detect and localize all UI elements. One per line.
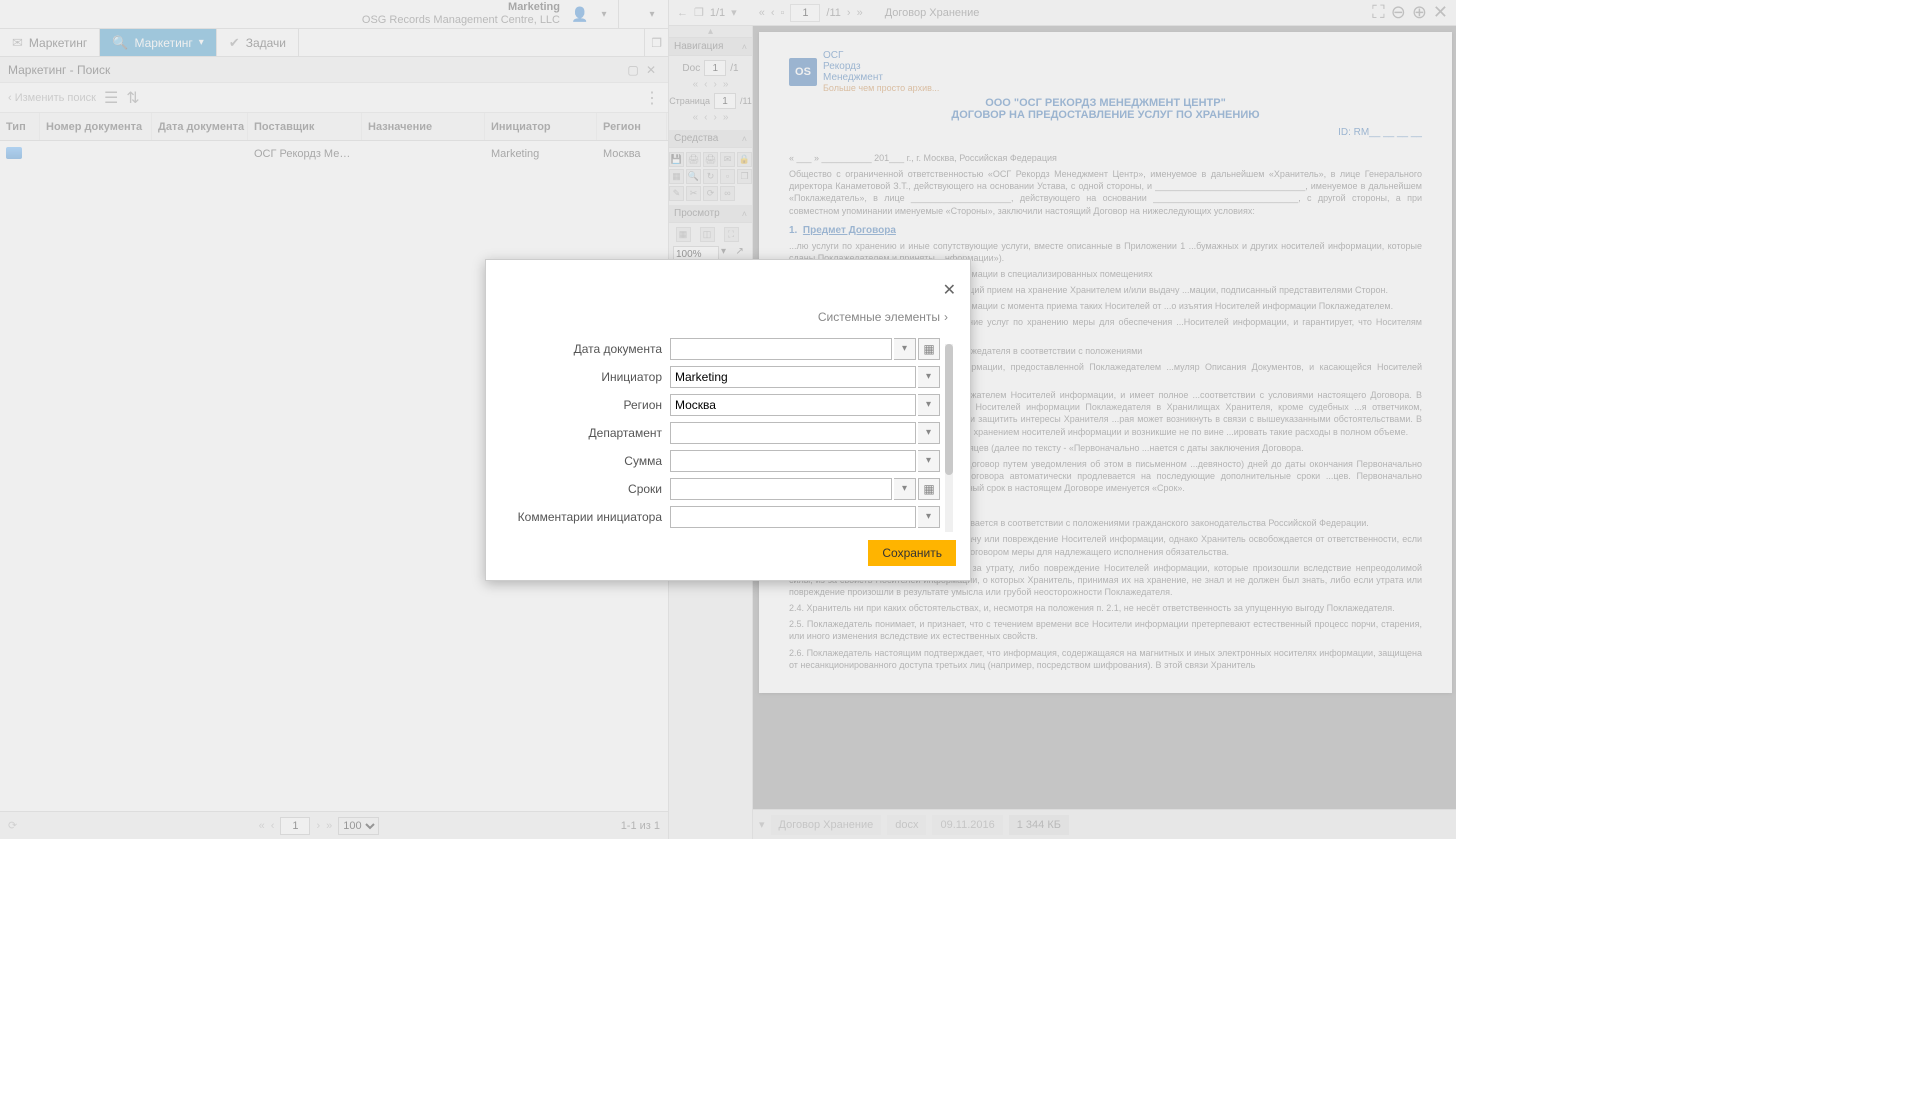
system-elements-link[interactable]: Системные элементы › — [486, 260, 970, 334]
department-dropdown-icon[interactable]: ▾ — [918, 422, 940, 444]
input-department[interactable] — [670, 422, 916, 444]
docdate-dropdown-icon[interactable]: ▾ — [894, 338, 916, 360]
label-amount: Сумма — [504, 454, 670, 468]
initiator-dropdown-icon[interactable]: ▾ — [918, 366, 940, 388]
label-terms: Сроки — [504, 482, 670, 496]
label-department: Департамент — [504, 426, 670, 440]
scrollbar-thumb[interactable] — [945, 344, 953, 476]
modal-footer: Сохранить — [486, 534, 970, 580]
save-button[interactable]: Сохранить — [868, 540, 956, 566]
chevron-right-icon: › — [944, 310, 948, 324]
calendar-icon[interactable]: ▦ — [918, 478, 940, 500]
input-amount[interactable] — [670, 450, 916, 472]
app-root: Marketing OSG Records Management Centre,… — [0, 0, 1456, 839]
input-initiator-comments[interactable] — [670, 506, 916, 528]
comments-dropdown-icon[interactable]: ▾ — [918, 506, 940, 528]
modal-overlay[interactable]: ✕ Системные элементы › Дата документа ▾ … — [0, 0, 1456, 839]
input-initiator[interactable] — [670, 366, 916, 388]
modal-close-icon[interactable]: ✕ — [943, 280, 956, 300]
region-dropdown-icon[interactable]: ▾ — [918, 394, 940, 416]
terms-dropdown-icon[interactable]: ▾ — [894, 478, 916, 500]
label-region: Регион — [504, 398, 670, 412]
input-terms[interactable] — [670, 478, 892, 500]
modal-scrollbar[interactable] — [945, 344, 953, 532]
edit-modal: ✕ Системные элементы › Дата документа ▾ … — [485, 259, 971, 581]
label-initiator: Инициатор — [504, 370, 670, 384]
label-initiator-comments: Комментарии инициатора — [504, 510, 670, 524]
label-docdate: Дата документа — [504, 342, 670, 356]
calendar-icon[interactable]: ▦ — [918, 338, 940, 360]
amount-dropdown-icon[interactable]: ▾ — [918, 450, 940, 472]
input-docdate[interactable] — [670, 338, 892, 360]
input-region[interactable] — [670, 394, 916, 416]
modal-form: Дата документа ▾ ▦ Инициатор ▾ Регион — [486, 334, 970, 534]
